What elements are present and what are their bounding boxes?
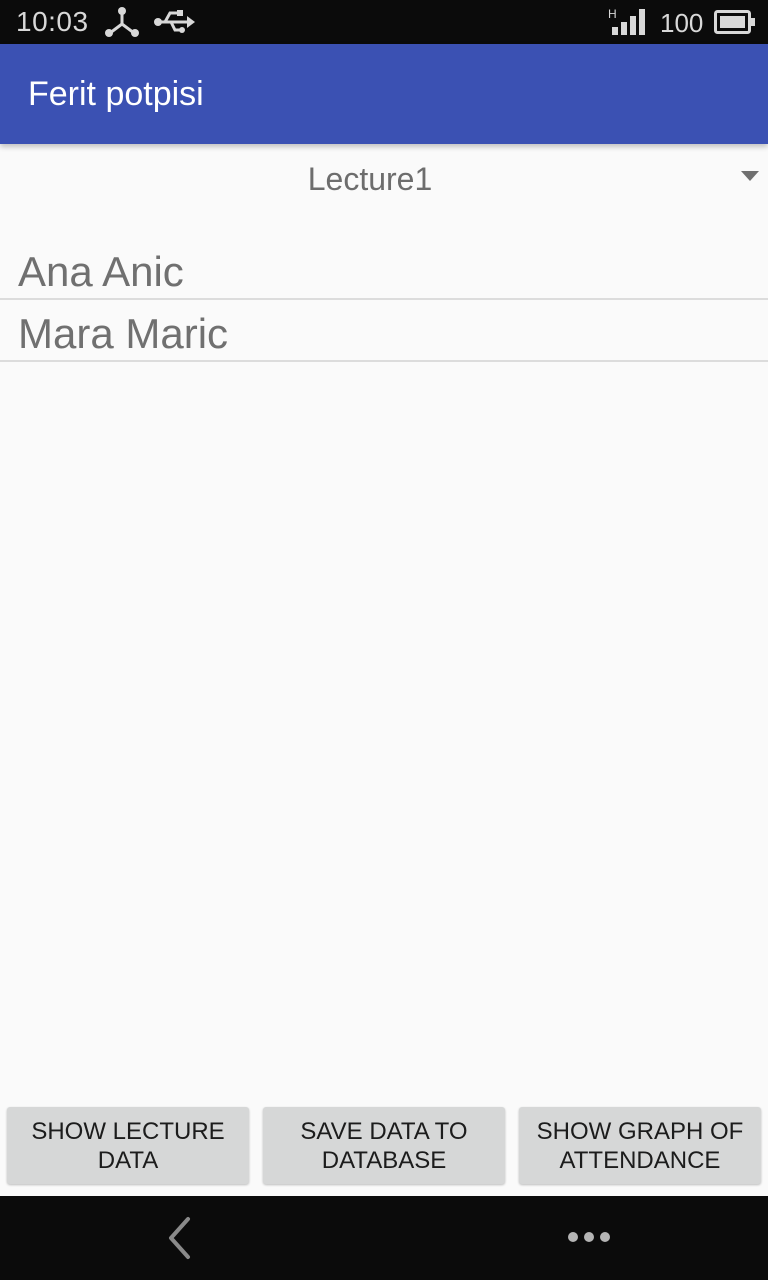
battery-level: 100	[660, 8, 704, 38]
share-network-icon	[105, 7, 139, 37]
list-item[interactable]: Ana Anic	[0, 238, 768, 300]
back-icon[interactable]	[162, 1216, 198, 1260]
usb-icon	[154, 10, 195, 33]
network-type-label: H	[608, 7, 617, 21]
student-name: Ana Anic	[18, 248, 184, 295]
dropdown-arrow-icon	[741, 171, 759, 181]
save-data-to-database-button[interactable]: SAVE DATA TO DATABASE	[263, 1107, 505, 1184]
signal-icon: H	[608, 7, 645, 35]
app-title: Ferit potpisi	[28, 75, 204, 113]
more-icon[interactable]	[566, 1230, 612, 1244]
lecture-spinner[interactable]: Lecture1	[0, 144, 768, 216]
status-bar: 10:03 H 100	[0, 0, 768, 44]
battery-icon	[714, 10, 755, 34]
student-name: Mara Maric	[18, 310, 229, 357]
show-lecture-data-button[interactable]: SHOW LECTURE DATA	[7, 1107, 249, 1184]
show-graph-of-attendance-button[interactable]: SHOW GRAPH OF ATTENDANCE	[519, 1107, 761, 1184]
student-list: Ana Anic Mara Maric	[0, 238, 768, 362]
list-item[interactable]: Mara Maric	[0, 300, 768, 362]
status-time: 10:03	[16, 6, 89, 37]
navigation-bar	[0, 1196, 768, 1280]
lecture-spinner-value: Lecture1	[307, 161, 433, 197]
app-bar: Ferit potpisi	[0, 44, 768, 144]
